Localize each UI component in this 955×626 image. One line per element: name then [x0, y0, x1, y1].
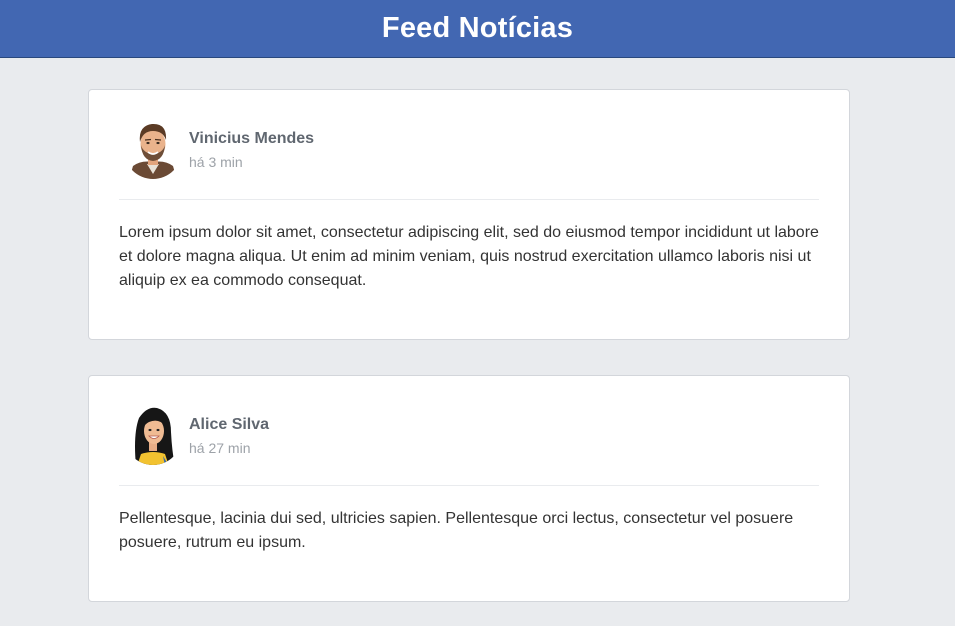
man-avatar-icon[interactable]	[127, 118, 179, 180]
post-time: há 27 min	[189, 440, 251, 456]
page-title: Feed Notícias	[381, 12, 574, 44]
post-card: Alice Silva há 27 min Pellentesque, laci…	[88, 375, 850, 602]
post-content: Pellentesque, lacinia dui sed, ultricies…	[119, 510, 794, 551]
post-card: Vinicius Mendes há 3 min Lorem ipsum dol…	[88, 89, 850, 340]
top-bar: Feed Notícias	[0, 0, 955, 58]
post-author[interactable]: Alice Silva	[189, 416, 269, 434]
woman-avatar-icon[interactable]	[127, 404, 179, 466]
post-header: Vinicius Mendes há 3 min	[119, 118, 819, 200]
post-content: Lorem ipsum dolor sit amet, consectetur …	[119, 224, 819, 289]
post-time: há 3 min	[189, 154, 243, 170]
post-author[interactable]: Vinicius Mendes	[189, 130, 314, 148]
post-header: Alice Silva há 27 min	[119, 404, 819, 486]
